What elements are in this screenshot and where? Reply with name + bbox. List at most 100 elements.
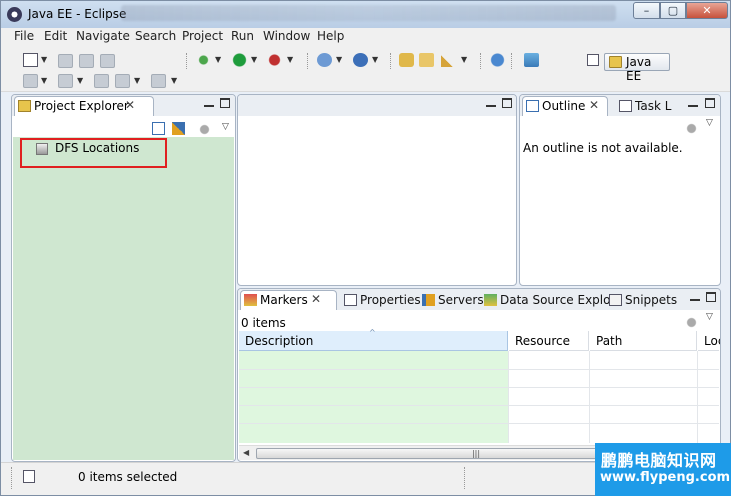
status-new-icon[interactable] (23, 470, 35, 483)
debug-dropdown-icon[interactable]: ▼ (215, 53, 222, 67)
scroll-left-icon[interactable]: ◀ (243, 448, 249, 457)
open-folder-icon[interactable] (419, 53, 434, 67)
row-divider (239, 369, 719, 370)
status-separator (11, 467, 13, 489)
view-menu-icon[interactable]: ▽ (222, 122, 229, 132)
print-icon[interactable] (100, 54, 115, 68)
tab-data-source-explorer[interactable]: Data Source Explo (481, 291, 610, 310)
tab-markers[interactable]: Markers ✕ (240, 290, 337, 310)
tab-servers[interactable]: Servers (419, 291, 484, 310)
globe-icon[interactable] (490, 53, 505, 67)
maximize-button[interactable]: ▢ (660, 2, 686, 19)
back-icon[interactable] (115, 74, 130, 88)
column-divider (589, 351, 590, 443)
column-header-location[interactable]: Loc (698, 331, 720, 351)
new-ejb-dropdown-icon[interactable]: ▼ (372, 53, 379, 67)
menu-navigate[interactable]: Navigate (76, 29, 130, 43)
tab-label: Data Source Explo (500, 293, 611, 307)
menu-search[interactable]: Search (135, 29, 176, 43)
view-toolbar-icon[interactable] (198, 123, 211, 136)
minimize-view-icon[interactable] (688, 98, 698, 107)
run-icon[interactable] (232, 53, 247, 67)
save-icon[interactable] (58, 54, 73, 68)
markers-item-count: 0 items (241, 316, 286, 330)
open-perspective-icon[interactable] (587, 54, 599, 66)
tab-label: Task L (635, 99, 672, 113)
menu-project[interactable]: Project (182, 29, 223, 43)
markers-panel: Markers ✕ Properties Servers Data Source… (237, 288, 721, 462)
close-tab-icon[interactable]: ✕ (311, 292, 321, 306)
new-file-icon[interactable] (23, 53, 38, 67)
save-all-icon[interactable] (79, 54, 94, 68)
column-header-description[interactable]: Description ^ (239, 328, 508, 351)
column-header-path[interactable]: Path (590, 331, 697, 351)
last-edit-icon[interactable] (94, 74, 109, 88)
view-menu-icon[interactable]: ▽ (706, 118, 713, 128)
tab-task-list[interactable]: Task L (616, 97, 676, 116)
close-tab-icon[interactable]: ✕ (589, 98, 599, 112)
editor-header (238, 95, 516, 116)
tab-label: Servers (438, 293, 484, 307)
markers-icon (244, 294, 257, 306)
maximize-editor-icon[interactable] (502, 98, 512, 108)
tree-item-dfs-locations[interactable]: DFS Locations (55, 141, 139, 155)
new-dropdown-icon[interactable]: ▼ (41, 53, 48, 67)
minimize-view-icon[interactable] (204, 98, 214, 107)
tab-label: Outline (542, 99, 586, 113)
close-tab-icon[interactable]: ✕ (125, 98, 135, 112)
menu-edit[interactable]: Edit (44, 29, 67, 43)
blurred-region (121, 5, 616, 21)
next-annotation-dropdown-icon[interactable]: ▼ (41, 74, 48, 88)
maximize-view-icon[interactable] (706, 292, 716, 302)
new-server-dropdown-icon[interactable]: ▼ (336, 53, 343, 67)
window-title: Java EE - Eclipse (28, 7, 127, 21)
menu-run[interactable]: Run (231, 29, 254, 43)
prev-annotation-icon[interactable] (58, 74, 73, 88)
next-annotation-icon[interactable] (23, 74, 38, 88)
tab-snippets[interactable]: Snippets (606, 291, 677, 310)
description-column-fill (239, 351, 508, 443)
external-tools-dropdown-icon[interactable]: ▼ (287, 53, 294, 67)
run-dropdown-icon[interactable]: ▼ (251, 53, 258, 67)
pen-dropdown-icon[interactable]: ▼ (461, 53, 468, 67)
column-divider (697, 351, 698, 443)
editor-area (237, 94, 517, 286)
collapse-all-icon[interactable] (152, 122, 165, 135)
close-button[interactable]: ✕ (686, 2, 728, 19)
maximize-view-icon[interactable] (705, 98, 715, 108)
servers-icon (422, 294, 435, 306)
minimize-editor-icon[interactable] (486, 98, 496, 107)
tab-project-explorer[interactable]: Project Explorer ✕ (14, 96, 154, 116)
perspective-java-ee-button[interactable]: Java EE (604, 53, 670, 83)
status-text: 0 items selected (78, 470, 178, 484)
tab-outline[interactable]: Outline ✕ (522, 96, 608, 116)
external-tools-icon[interactable] (267, 53, 282, 67)
link-with-editor-icon[interactable] (172, 122, 185, 135)
dfs-folder-icon (36, 143, 48, 155)
view-toolbar-icon[interactable] (685, 316, 698, 329)
debug-icon[interactable] (196, 53, 211, 67)
menu-file[interactable]: File (14, 29, 34, 43)
open-type-icon[interactable] (399, 53, 414, 67)
snippets-icon (609, 294, 622, 306)
view-toolbar-icon[interactable] (685, 122, 698, 135)
view-menu-icon[interactable]: ▽ (706, 312, 713, 322)
forward-dropdown-icon[interactable]: ▼ (171, 74, 178, 88)
prev-annotation-dropdown-icon[interactable]: ▼ (77, 74, 84, 88)
column-label: Loc (704, 334, 720, 348)
row-divider (239, 387, 719, 388)
forward-icon[interactable] (151, 74, 166, 88)
pen-icon[interactable] (441, 53, 456, 67)
toolbar-separator (307, 53, 308, 69)
menu-help[interactable]: Help (317, 29, 344, 43)
column-header-resource[interactable]: Resource (509, 331, 589, 351)
minimize-view-icon[interactable] (690, 292, 700, 301)
maximize-view-icon[interactable] (220, 98, 230, 108)
deploy-icon[interactable] (524, 53, 539, 67)
tab-properties[interactable]: Properties (341, 291, 421, 310)
back-dropdown-icon[interactable]: ▼ (134, 74, 141, 88)
new-ejb-icon[interactable] (353, 53, 368, 67)
minimize-button[interactable]: – (633, 2, 660, 19)
menu-window[interactable]: Window (263, 29, 310, 43)
new-server-icon[interactable] (317, 53, 332, 67)
